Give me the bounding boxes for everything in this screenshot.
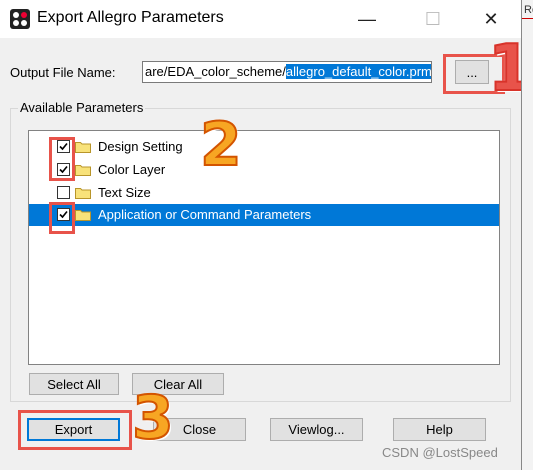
select-all-label: Select All [47, 376, 101, 392]
annotation-box-checkboxes [49, 137, 75, 181]
help-button[interactable]: Help [393, 418, 486, 441]
minimize-icon: — [358, 8, 376, 29]
parameter-list[interactable]: Design Setting Color Layer Text Size App… [28, 130, 500, 365]
viewlog-button[interactable]: Viewlog... [270, 418, 363, 441]
item-label: Color Layer [98, 162, 166, 177]
window-title: Export Allegro Parameters [37, 9, 224, 26]
item-label: Application or Command Parameters [98, 207, 312, 222]
background-window-text: Ro [524, 4, 533, 16]
annotation-box-export [18, 410, 132, 450]
item-label: Design Setting [98, 139, 183, 154]
group-title: Available Parameters [18, 100, 146, 115]
annotation-box-app-checkbox [49, 202, 75, 234]
item-label: Text Size [98, 185, 151, 200]
close-label: Close [182, 422, 217, 437]
background-window-edge: Ro [521, 0, 533, 470]
annotation-number-2: 2 [199, 110, 243, 180]
folder-icon [75, 165, 91, 176]
background-window-divider [522, 18, 533, 19]
list-item[interactable]: Text Size [29, 182, 499, 204]
output-file-label: Output File Name: [10, 65, 116, 80]
folder-icon [75, 142, 91, 153]
allegro-app-icon [10, 9, 30, 29]
viewlog-label: Viewlog... [288, 422, 345, 437]
folder-icon [75, 210, 91, 221]
path-selected-text: allegro_default_color.prm [285, 64, 432, 79]
maximize-button[interactable]: ☐ [410, 0, 456, 38]
list-item[interactable]: Design Setting [29, 136, 499, 158]
path-prefix: are/EDA_color_scheme/ [145, 64, 286, 79]
close-icon: ✕ [483, 8, 499, 29]
checkbox-text-size[interactable] [57, 186, 70, 199]
select-all-button[interactable]: Select All [29, 373, 119, 395]
list-item-selected[interactable]: Application or Command Parameters [29, 204, 499, 226]
annotation-number-3: 3 [131, 383, 175, 453]
watermark: CSDN @LostSpeed [382, 445, 498, 460]
dialog-window: Export Allegro Parameters — ☐ ✕ Output F… [0, 0, 533, 470]
list-item[interactable]: Color Layer [29, 159, 499, 181]
help-label: Help [426, 422, 453, 437]
title-bar[interactable]: Export Allegro Parameters — ☐ ✕ [0, 0, 521, 38]
folder-icon [75, 188, 91, 199]
maximize-icon: ☐ [424, 8, 442, 29]
minimize-button[interactable]: — [344, 0, 390, 38]
output-file-field[interactable]: are/EDA_color_scheme/allegro_default_col… [142, 61, 432, 83]
